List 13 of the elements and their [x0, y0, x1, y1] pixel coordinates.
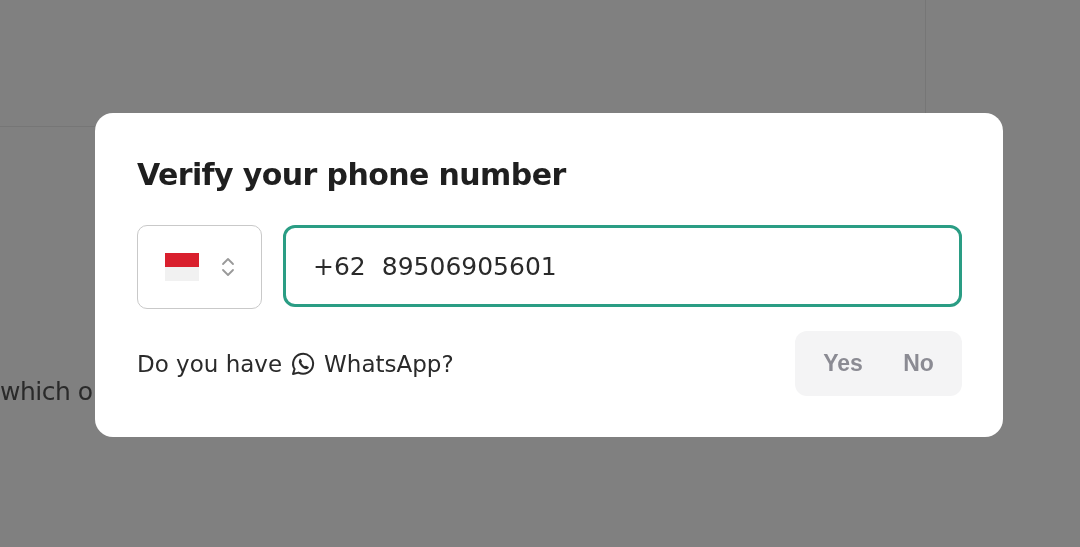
country-select[interactable] — [137, 225, 262, 309]
dialog-title: Verify your phone number — [137, 156, 566, 194]
answer-option[interactable]: No — [893, 342, 944, 385]
flag-icon — [164, 253, 199, 281]
chevron-updown-icon — [220, 257, 235, 277]
page-text: which o — [0, 377, 93, 406]
answer-option[interactable]: Yes — [813, 342, 873, 385]
dial-code: +62 — [313, 251, 366, 281]
question-text: Do you have — [137, 350, 283, 377]
question-text: WhatsApp? — [324, 350, 454, 377]
whatsapp-icon — [290, 350, 317, 377]
phone-field[interactable]: +62 89506905601 — [283, 225, 962, 307]
phone-number: 89506905601 — [381, 251, 557, 281]
